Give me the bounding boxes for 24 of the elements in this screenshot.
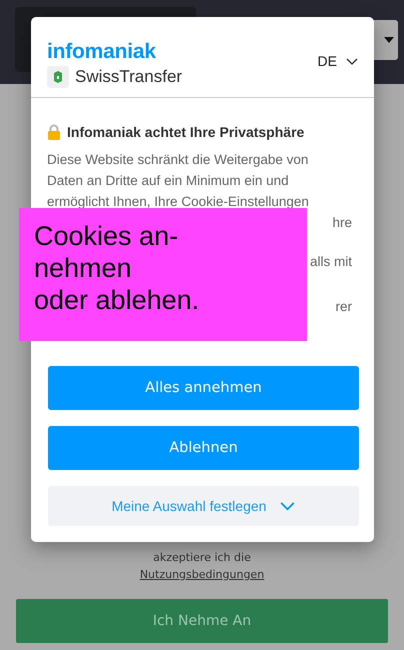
terms-text: akzeptiere ich die: [153, 550, 251, 566]
terms-link[interactable]: Nutzungsbedingungen: [140, 566, 264, 583]
dialog-title: Infomaniak achtet Ihre Privatsphäre: [67, 124, 304, 140]
language-selector[interactable]: DE: [318, 53, 358, 69]
description-text: hre: [332, 214, 352, 232]
description-text: rer: [336, 298, 352, 316]
product-name: SwissTransfer: [75, 66, 182, 86]
dialog-button[interactable]: Ablehnen: [48, 426, 359, 470]
preferences-button[interactable]: Meine Auswahl festlegen: [48, 486, 359, 526]
chevron-down-icon: [280, 502, 296, 510]
description-text: alls mit: [310, 253, 352, 271]
caption-text: nehmen: [34, 252, 133, 284]
lock-icon: [47, 124, 61, 140]
dialog-button[interactable]: Alles annehmen: [48, 366, 359, 410]
caption-text: Cookies an-: [34, 220, 180, 252]
caret-icon: [384, 37, 394, 43]
brand-logo: infomaniak: [47, 40, 157, 62]
accept-button[interactable]: Ich Nehme An: [16, 599, 388, 643]
caption-text: oder ablehen.: [34, 284, 200, 316]
description-text: ermöglicht Ihnen, Ihre Cookie-Einstellungen: [47, 193, 310, 211]
app-icon: [47, 66, 69, 88]
description-text: Diese Website schränkt die Weitergabe von: [47, 151, 310, 169]
chevron-down-icon: [346, 58, 358, 64]
description-text: Daten an Dritte auf ein Minimum ein und: [47, 172, 290, 190]
